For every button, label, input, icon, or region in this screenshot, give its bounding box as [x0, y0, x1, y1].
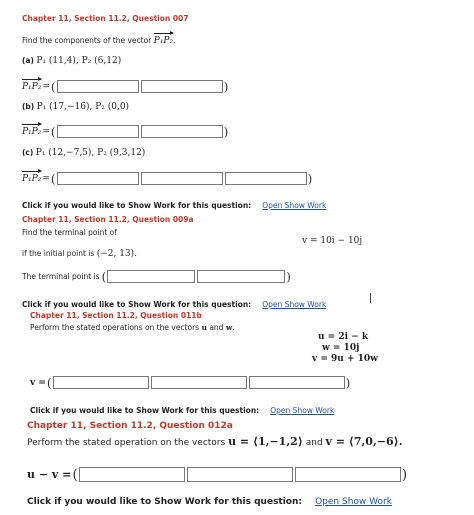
q011b-x-input[interactable]: [52, 376, 149, 389]
q007-part-c-equals: =: [42, 173, 50, 184]
q012a-show-work-row: Click if you would like to Show Work for…: [27, 489, 392, 508]
right-paren-icon: ): [223, 79, 229, 94]
q012a-prompt: Perform the stated operation on the vect…: [27, 435, 403, 448]
q009a-show-work-row: Click if you would like to Show Work for…: [22, 292, 326, 311]
right-paren-icon: ): [307, 171, 313, 186]
q012a-u-def: u = ⟨1,−1,2⟩: [228, 435, 303, 448]
q007-part-c-y-input[interactable]: [140, 172, 223, 185]
q007-show-work-row: Click if you would like to Show Work for…: [22, 193, 326, 212]
q012a-show-work-label: Click if you would like to Show Work for…: [27, 497, 302, 507]
q012a-prompt-and: and: [305, 438, 323, 448]
q007-prompt-vector: P₁P₂: [153, 31, 175, 46]
q007-part-b-y-input[interactable]: [140, 125, 223, 138]
q009a-vector-eq: v = 10i − 10j: [302, 236, 363, 246]
q007-part-a-points: P₁ (11,4), P₂ (6,12): [36, 56, 122, 66]
q007-part-b-answer-row: P₁P₂ = ( ): [22, 121, 229, 139]
q011b-z-input[interactable]: [248, 376, 345, 389]
left-paren-icon: (: [101, 269, 107, 284]
q012a-v-def: v = ⟨7,0,−6⟩.: [325, 435, 403, 448]
q011b-prompt: Perform the stated operations on the vec…: [30, 323, 235, 332]
q007-part-c: (c) P₁ (12,−7,5), P₂ (9,3,12): [22, 148, 145, 158]
q011b-prompt-suffix: .: [232, 323, 235, 332]
q007-part-c-points: P₁ (12,−7,5), P₂ (9,3,12): [35, 148, 146, 158]
q012a-z-input[interactable]: [294, 467, 401, 482]
q011b-eq-w: w = 10j: [322, 343, 360, 353]
q009a-initial-point: (−2, 13).: [96, 249, 138, 259]
q011b-header: Chapter 11, Section 11.2, Question 011b: [30, 311, 202, 320]
q007-part-c-x-input[interactable]: [56, 172, 139, 185]
q012a-open-show-work-link[interactable]: Open Show Work: [315, 497, 392, 507]
right-paren-icon: ): [286, 269, 291, 284]
q012a-x-input[interactable]: [78, 467, 185, 482]
q009a-initial: if the initial point is (−2, 13).: [22, 249, 137, 259]
q007-part-a-vector: P₁P₂: [22, 76, 43, 92]
q007-part-b-points: P₁ (17,−16), P₂ (0,0): [36, 102, 130, 112]
text-cursor-icon: [370, 293, 371, 303]
q007-prompt-suffix: .: [172, 36, 176, 45]
q009a-prompt: Find the terminal point of: [22, 228, 117, 237]
left-paren-icon: (: [72, 466, 78, 483]
q007-prompt: Find the components of the vector P₁P₂.: [22, 31, 176, 46]
q007-part-b-x-input[interactable]: [56, 125, 139, 138]
q011b-answer-row: v = ( ): [30, 376, 350, 389]
q007-prompt-vector-text: P₁P₂: [153, 36, 173, 46]
q009a-open-show-work-link[interactable]: Open Show Work: [262, 300, 326, 309]
q007-part-b-label: (b): [22, 102, 35, 111]
q011b-eq-v: v = 9u + 10w: [312, 354, 378, 364]
q007-part-b-vector: P₁P₂: [22, 121, 43, 137]
left-paren-icon: (: [50, 79, 56, 94]
q012a-answer-label: u − v =: [27, 468, 72, 481]
left-paren-icon: (: [46, 375, 52, 390]
q007-part-c-z-input[interactable]: [224, 172, 307, 185]
q011b-y-input[interactable]: [150, 376, 247, 389]
q009a-header: Chapter 11, Section 11.2, Question 009a: [22, 215, 194, 224]
q011b-answer-label: v =: [30, 377, 46, 388]
q007-part-a-label: (a): [22, 56, 34, 65]
q007-header: Chapter 11, Section 11.2, Question 007: [22, 14, 189, 23]
q007-part-b-vector-text: P₁P₂: [22, 126, 42, 137]
q007-part-c-label: (c): [22, 148, 34, 157]
q011b-show-work-label: Click if you would like to Show Work for…: [30, 406, 260, 415]
right-paren-icon: ): [223, 124, 229, 139]
q007-part-c-vector: P₁P₂: [22, 168, 43, 184]
q012a-prompt-text: Perform the stated operation on the vect…: [27, 438, 226, 448]
q009a-terminal-label: The terminal point is: [22, 272, 100, 281]
q011b-prompt-and: and: [209, 323, 224, 332]
q007-open-show-work-link[interactable]: Open Show Work: [262, 201, 326, 210]
q007-part-a-answer-row: P₁P₂ = ( ): [22, 76, 229, 94]
right-paren-icon: ): [345, 375, 351, 390]
q007-show-work-label: Click if you would like to Show Work for…: [22, 201, 252, 210]
q009a-answer-row: The terminal point is ( ): [22, 270, 291, 283]
q011b-open-show-work-link[interactable]: Open Show Work: [270, 406, 334, 415]
q007-part-c-vector-text: P₁P₂: [22, 173, 42, 184]
q012a-answer-row: u − v = ( ): [27, 467, 407, 482]
q012a-header: Chapter 11, Section 11.2, Question 012a: [27, 421, 233, 431]
q009a-initial-text: if the initial point is: [22, 249, 95, 258]
right-paren-icon: ): [401, 466, 408, 483]
q012a-y-input[interactable]: [186, 467, 293, 482]
q011b-prompt-u: u: [201, 323, 207, 332]
q009a-show-work-label: Click if you would like to Show Work for…: [22, 300, 252, 309]
q011b-prompt-text: Perform the stated operations on the vec…: [30, 323, 200, 332]
left-paren-icon: (: [50, 171, 56, 186]
q007-prompt-text: Find the components of the vector: [22, 36, 152, 45]
q007-part-b-equals: =: [42, 126, 50, 137]
q007-part-a-equals: =: [42, 81, 50, 92]
q009a-y-input[interactable]: [197, 270, 286, 283]
q007-part-a-x-input[interactable]: [56, 80, 139, 93]
q007-part-a-vector-text: P₁P₂: [22, 81, 42, 92]
left-paren-icon: (: [50, 124, 56, 139]
q011b-eq-u: u = 2i − k: [318, 332, 369, 342]
q007-part-a-y-input[interactable]: [140, 80, 223, 93]
q007-part-c-answer-row: P₁P₂ = ( ): [22, 168, 313, 186]
q009a-x-input[interactable]: [107, 270, 196, 283]
q011b-show-work-row: Click if you would like to Show Work for…: [30, 398, 334, 417]
q007-part-a: (a) P₁ (11,4), P₂ (6,12): [22, 56, 121, 66]
q007-part-b: (b) P₁ (17,−16), P₂ (0,0): [22, 102, 129, 112]
